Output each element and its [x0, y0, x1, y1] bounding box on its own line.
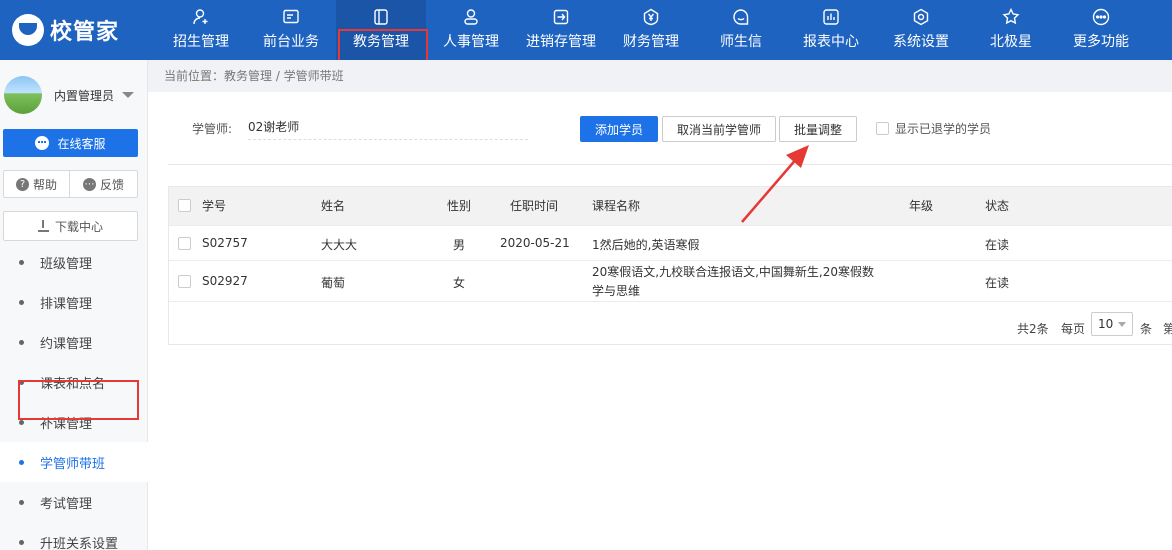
cancel-tutor-button[interactable]: 取消当前学管师 — [662, 116, 776, 142]
cell-id: S02927 — [202, 274, 248, 288]
nav-item-finance[interactable]: 财务管理 — [606, 0, 696, 60]
arrow-box-icon — [551, 7, 571, 27]
bullet-icon — [19, 259, 24, 265]
col-header-date: 任职时间 — [510, 199, 559, 213]
cell-id: S02757 — [202, 236, 248, 250]
nav-item-inventory[interactable]: 进销存管理 — [516, 0, 606, 60]
sidebar-item-scheduling[interactable]: 排课管理 — [0, 282, 148, 322]
table-row[interactable]: S02927 葡萄 女 20寒假语文,九校联合连报语文,中国舞新生,20寒假数学… — [169, 260, 1172, 302]
add-student-button[interactable]: 添加学员 — [580, 116, 658, 142]
yen-shield-icon — [641, 7, 661, 27]
person-add-icon — [191, 7, 211, 27]
sidebar-item-tutor-class[interactable]: 学管师带班 — [0, 442, 148, 482]
bullet-icon — [19, 539, 24, 545]
cell-date: 2020-05-21 — [500, 236, 570, 250]
batch-adjust-button[interactable]: 批量调整 — [779, 116, 857, 142]
cell-status: 在读 — [985, 238, 1010, 252]
screen-icon — [281, 7, 301, 27]
chat-icon — [731, 7, 751, 27]
chat-bubble-icon — [35, 136, 50, 150]
table-row[interactable]: S02757 大大大 男 2020-05-21 1然后她的,英语寒假 在读 — [169, 225, 1172, 260]
sidebar-item-promotion[interactable]: 升班关系设置 — [0, 522, 148, 550]
nav-item-front-desk[interactable]: 前台业务 — [246, 0, 336, 60]
brand-name: 校管家 — [50, 20, 120, 45]
download-icon — [37, 219, 49, 232]
help-button[interactable]: ? 帮助 — [3, 170, 70, 198]
nav-item-academic[interactable]: 教务管理 — [336, 0, 428, 63]
col-header-status: 状态 — [985, 199, 1010, 213]
ellipsis-icon: ⋯ — [82, 177, 96, 191]
more-icon — [1091, 7, 1111, 27]
cell-course: 20寒假语文,九校联合连报语文,中国舞新生,20寒假数学与思维 — [592, 265, 874, 298]
chevron-down-icon — [122, 92, 135, 98]
help-feedback-row: ? 帮助 ⋯ 反馈 — [3, 170, 138, 198]
sidebar-item-booking[interactable]: 约课管理 — [0, 322, 148, 362]
sidebar-item-class-management[interactable]: 班级管理 — [0, 256, 148, 282]
table-header: 学号 姓名 性别 任职时间 课程名称 年级 状态 — [169, 187, 1172, 225]
user-menu[interactable]: 内置管理员 — [4, 76, 135, 114]
cell-status: 在读 — [985, 276, 1010, 290]
gear-icon — [911, 7, 931, 27]
top-bar: 校管家 招生管理 前台业务 教务管理 人事管理 进销存管理 财务管理 师生信 报… — [0, 0, 1172, 63]
person-icon — [461, 7, 481, 27]
nav-item-polaris[interactable]: 北极星 — [966, 0, 1056, 60]
pagination: 共2条 每页 条 第 — [148, 316, 1172, 340]
nav-item-enrollment[interactable]: 招生管理 — [156, 0, 246, 60]
sidebar-item-exams[interactable]: 考试管理 — [0, 482, 148, 522]
bullet-icon — [19, 459, 24, 465]
user-name: 内置管理员 — [54, 88, 115, 103]
page-size-select[interactable]: 10 — [1091, 312, 1133, 336]
pager-jump-label: 第 — [1163, 322, 1172, 336]
bullet-icon — [19, 339, 24, 345]
nav-item-reports[interactable]: 报表中心 — [786, 0, 876, 60]
col-header-name: 姓名 — [321, 199, 346, 213]
main-content: 当前位置：教务管理 / 学管师带班 学管师: 02谢老师 添加学员 取消当前学管… — [148, 60, 1172, 550]
sidebar-highlight-box — [18, 380, 139, 420]
cell-name: 葡萄 — [321, 276, 346, 290]
bullet-icon — [19, 499, 24, 505]
pager-total: 共2条 — [1017, 322, 1049, 336]
sidebar: 内置管理员 在线客服 ? 帮助 ⋯ 反馈 下载中心 班级管理 排课管理 约课管理 — [0, 60, 148, 550]
download-center-button[interactable]: 下载中心 — [3, 211, 138, 241]
cell-gender: 女 — [453, 276, 466, 290]
pager-unit: 条 — [1140, 322, 1153, 336]
star-icon — [1001, 7, 1021, 27]
col-header-course: 课程名称 — [592, 199, 641, 213]
nav-item-more[interactable]: 更多功能 — [1056, 0, 1146, 60]
col-header-id: 学号 — [202, 199, 227, 213]
show-withdrawn-toggle[interactable]: 显示已退学的学员 — [876, 120, 991, 137]
book-icon — [371, 7, 391, 27]
avatar — [4, 76, 42, 114]
select-all-checkbox[interactable] — [178, 199, 191, 212]
tutor-filter-input[interactable]: 02谢老师 — [248, 114, 528, 140]
cell-course: 1然后她的,英语寒假 — [592, 238, 700, 252]
cell-name: 大大大 — [321, 238, 358, 252]
row-checkbox[interactable] — [178, 237, 191, 250]
pager-per-page-label: 每页 — [1061, 322, 1086, 336]
nav-item-hr[interactable]: 人事管理 — [426, 0, 516, 60]
bullet-icon — [19, 419, 24, 425]
col-header-grade: 年级 — [909, 199, 934, 213]
nav-item-settings[interactable]: 系统设置 — [876, 0, 966, 60]
show-withdrawn-checkbox[interactable] — [876, 122, 889, 135]
question-icon: ? — [15, 177, 29, 191]
bullet-icon — [19, 299, 24, 305]
col-header-gender: 性别 — [447, 199, 472, 213]
tutor-filter-label: 学管师: — [192, 122, 233, 136]
logo-icon — [12, 14, 44, 46]
nav-item-messages[interactable]: 师生信 — [696, 0, 786, 60]
main-nav: 招生管理 前台业务 教务管理 人事管理 进销存管理 财务管理 师生信 报表中心 … — [156, 0, 1146, 63]
row-checkbox[interactable] — [178, 275, 191, 288]
divider — [168, 164, 1172, 165]
breadcrumb: 当前位置：教务管理 / 学管师带班 — [148, 60, 1172, 92]
feedback-button[interactable]: ⋯ 反馈 — [70, 170, 138, 198]
chevron-down-icon — [1118, 322, 1126, 327]
bar-chart-icon — [821, 7, 841, 27]
cell-gender: 男 — [453, 238, 466, 252]
online-service-button[interactable]: 在线客服 — [3, 129, 138, 157]
brand-logo[interactable]: 校管家 — [12, 14, 119, 46]
